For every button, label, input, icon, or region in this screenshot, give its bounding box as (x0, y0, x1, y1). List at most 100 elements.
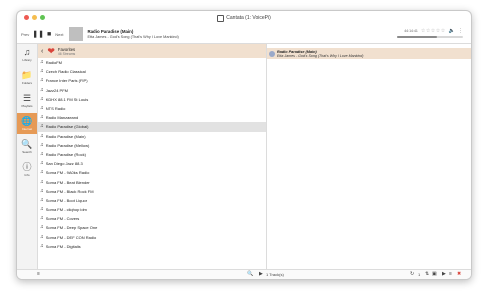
list-item-label: Soma FM - Black Rock FM (45, 188, 94, 194)
zoom-window-button[interactable] (40, 15, 45, 20)
elapsed-time: 44:14:41 (404, 29, 418, 33)
sidebar-item-label: Info (24, 172, 30, 177)
sidebar-item-library[interactable]: ♫ Library (17, 44, 37, 65)
list-item[interactable]: ♫ Radio Manzaeand (38, 113, 266, 122)
list-item-label: Soma FM - Digitalis (45, 243, 81, 249)
sidebar-item-folders[interactable]: 📁 Folders (17, 67, 37, 88)
queue-count: 1 (418, 272, 421, 277)
play-queue-artist: Etta James - God's Song (That's Why I Lo… (277, 53, 364, 58)
list-item-label: France Inter Paris (FIP) (45, 78, 88, 84)
sidebar-item-label: Playlists (21, 103, 33, 108)
consume-icon[interactable]: ▣ (432, 271, 437, 278)
toolbar-right: 44:14:41 ☆☆☆☆☆ 🔈 ⋮ (397, 28, 463, 38)
stream-list: ♫ RadioFM ♫ Czech Radio Classical ♫ France In… (38, 58, 266, 251)
track-progress-bar[interactable] (397, 36, 463, 38)
pause-icon[interactable]: ❚❚ (32, 31, 44, 38)
now-playing-title: Radio Paradise (Main) (87, 29, 134, 34)
list-item-label: Soma FM - Beat Blender (45, 179, 90, 185)
list-item[interactable]: ♫ Soma FM - Boot Liquor (38, 196, 266, 205)
sidebar-item-label: Search (22, 149, 32, 154)
play-queue-current-row[interactable]: Radio Paradise (Main) Etta James - God's… (267, 48, 471, 59)
music-note-icon: ♫ (40, 95, 44, 102)
list-item[interactable]: ♫ Soma FM - Beat Blender (38, 177, 266, 186)
music-note-icon: ♫ (40, 242, 44, 249)
search-icon: 🔍 (21, 138, 33, 149)
list-item[interactable]: ♫ Jazz24 PFM (38, 86, 266, 95)
list-item-label: Czech Radio Classical (45, 69, 86, 75)
list-menu-icon[interactable]: ≡ (37, 271, 40, 278)
sidebar-item-playlists[interactable]: ☰ Playlists (17, 90, 37, 111)
now-playing-artist: Etta James - God's Song (That's Why I Lo… (87, 35, 179, 39)
track-progress-fill (397, 36, 437, 38)
menu-icon[interactable]: ⋮ (458, 28, 463, 34)
app-icon (217, 14, 225, 22)
list-item[interactable]: ♫ Czech Radio Classical (38, 67, 266, 76)
rating-stars[interactable]: ☆☆☆☆☆ (421, 28, 446, 34)
list-item[interactable]: ♫ NTS Radio (38, 104, 266, 113)
window-controls (24, 15, 45, 20)
list-item[interactable]: ♫ Soma FM - Covers (38, 214, 266, 223)
list-item[interactable]: ♫ Soma FM - Deep Space One (38, 223, 266, 232)
sidebar-item-info[interactable]: ⓘ Info (17, 159, 37, 180)
search-list-icon[interactable]: 🔍 (247, 271, 253, 278)
album-cover (69, 27, 84, 41)
window-title: Cantata (1: VoicePi) (226, 15, 271, 21)
list-item[interactable]: ♫ Soma FM - Digitalis (38, 242, 266, 251)
music-note-icon: ♫ (40, 187, 44, 194)
minimize-window-button[interactable] (32, 15, 37, 20)
list-item[interactable]: ♫ Radio Paradise (Mellow) (38, 141, 266, 150)
next-track-button[interactable]: Next (55, 32, 63, 37)
sidebar: ♫ Library 📁 Folders ☰ Playlists 🌐 Intern… (17, 44, 38, 269)
list-item[interactable]: ♫ Soma FM - cliqhop idm (38, 205, 266, 214)
music-note-icon: ♫ (40, 196, 44, 203)
bottom-bar: ≡ 🔍 ▶ 1 Track(s) ↻ 1 ⇅ ▣ ▶ ≡ ✖ (17, 269, 471, 279)
stop-icon[interactable]: ■ (47, 31, 51, 38)
music-note-icon: ♫ (40, 86, 44, 93)
playlist-icon: ☰ (22, 92, 32, 103)
list-item[interactable]: ♫ Soma FM - DEF CON Radio (38, 233, 266, 242)
save-queue-icon[interactable]: ≡ (449, 271, 452, 278)
list-item-label: Soma FM - Deep Space One (45, 225, 98, 231)
play-next-icon[interactable]: ▶ (442, 271, 446, 278)
music-note-icon: ♫ (40, 123, 44, 130)
back-arrow-icon[interactable]: ‹ (41, 48, 43, 55)
list-item-label: Radio Manzaeand (45, 115, 79, 121)
repeat-icon[interactable]: ↻ (410, 271, 414, 278)
close-window-button[interactable] (24, 15, 29, 20)
sidebar-item-label: Library (22, 57, 32, 62)
streams-list-panel: ‹ ❤ Favorites 46 Streams ♫ RadioFM ♫ Czech … (38, 44, 267, 269)
music-note-icon: ♫ (40, 160, 44, 167)
previous-track-button[interactable]: Prev (21, 32, 29, 37)
list-item-label: Radio Paradise (Rock) (45, 151, 86, 157)
stream-icon (269, 50, 275, 57)
list-item[interactable]: ♫ KDHX 88.1 FM St Louis (38, 95, 266, 104)
music-note-icon: ♫ (40, 141, 44, 148)
music-note-icon: ♫ (40, 132, 44, 139)
clear-queue-icon[interactable]: ✖ (457, 271, 461, 278)
list-item[interactable]: ♫ Radio Paradise (Main) (38, 132, 266, 141)
list-item-label: Soma FM - 9A0ks Radio (45, 170, 90, 176)
music-note-icon: ♫ (40, 233, 44, 240)
sidebar-item-search[interactable]: 🔍 Search (17, 136, 37, 157)
play-queue-panel: Radio Paradise (Main) Etta James - God's… (267, 44, 471, 269)
play-icon[interactable]: ▶ (259, 271, 263, 278)
list-item[interactable]: ♫ Radio Paradise (Global) (38, 122, 266, 132)
list-item[interactable]: ♫ France Inter Paris (FIP) (38, 76, 266, 85)
list-item-label: Soma FM - Covers (45, 216, 80, 222)
volume-icon[interactable]: 🔈 (449, 28, 455, 34)
list-item[interactable]: ♫ Soma FM - Black Rock FM (38, 187, 266, 196)
sidebar-item-internet[interactable]: 🌐 Internet (17, 113, 37, 134)
shuffle-icon[interactable]: ⇅ (425, 271, 429, 278)
music-note-icon: ♫ (40, 114, 44, 121)
list-item[interactable]: ♫ RadioFM (38, 58, 266, 67)
track-count: 1 Track(s) (266, 272, 284, 277)
list-item[interactable]: ♫ San Diego Jazz 88.3 (38, 159, 266, 168)
music-note-icon: ♫ (40, 224, 44, 231)
list-item[interactable]: ♫ Soma FM - 9A0ks Radio (38, 168, 266, 177)
now-playing-info: Radio Paradise (Main) Etta James - God's… (87, 29, 178, 39)
list-item[interactable]: ♫ Radio Paradise (Rock) (38, 150, 266, 159)
music-note-icon: ♫ (40, 150, 44, 157)
list-header: ‹ ❤ Favorites 46 Streams (38, 44, 266, 58)
music-library-icon: ♫ (23, 46, 31, 57)
heart-icon: ❤ (47, 45, 55, 56)
